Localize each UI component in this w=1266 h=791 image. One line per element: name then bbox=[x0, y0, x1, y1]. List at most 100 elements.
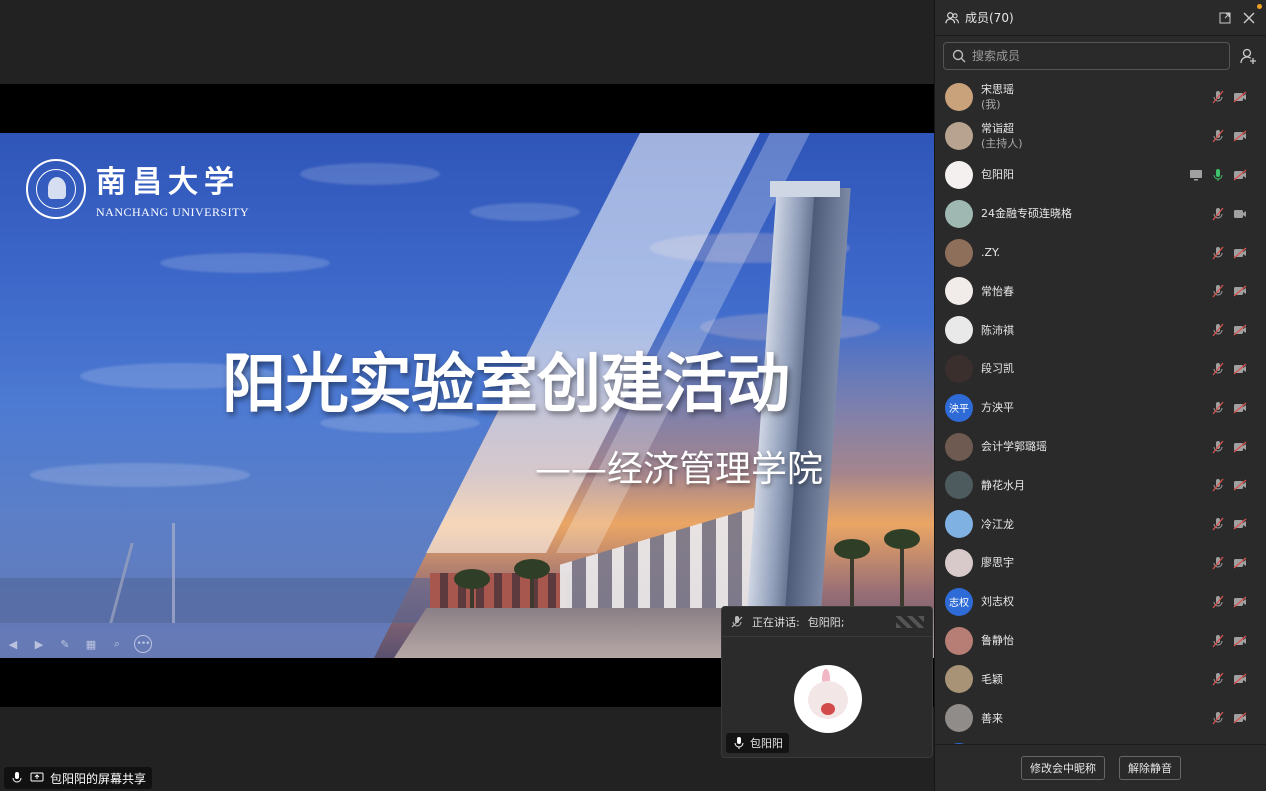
mic-muted-icon[interactable] bbox=[1211, 711, 1225, 725]
member-avatar bbox=[945, 277, 973, 306]
close-icon[interactable] bbox=[1242, 11, 1256, 25]
member-avatar bbox=[945, 548, 973, 577]
member-avatar bbox=[945, 160, 973, 189]
mic-muted-icon[interactable] bbox=[1211, 517, 1225, 531]
member-search-input[interactable] bbox=[972, 49, 1221, 63]
invite-member-icon[interactable] bbox=[1238, 46, 1258, 66]
mic-muted-icon[interactable] bbox=[1211, 284, 1225, 298]
pen-icon[interactable]: ✎ bbox=[56, 635, 74, 653]
camera-off-icon[interactable] bbox=[1233, 246, 1247, 260]
mic-muted-icon[interactable] bbox=[1211, 362, 1225, 376]
member-name: 鲁静怡 bbox=[981, 634, 1014, 648]
city-skyline bbox=[0, 578, 430, 623]
speaking-name: 包阳阳; bbox=[807, 615, 845, 629]
member-row[interactable]: 常诣超 (主持人) bbox=[935, 117, 1266, 156]
mic-icon bbox=[732, 736, 746, 750]
member-row[interactable]: 廖思宇 bbox=[935, 544, 1266, 583]
mic-muted-icon[interactable] bbox=[1211, 401, 1225, 415]
unmute-button[interactable]: 解除静音 bbox=[1119, 756, 1181, 780]
member-row[interactable]: 陈沛祺 bbox=[935, 311, 1266, 350]
member-row[interactable]: 善来 bbox=[935, 699, 1266, 738]
camera-off-icon[interactable] bbox=[1233, 556, 1247, 570]
camera-off-icon[interactable] bbox=[1233, 129, 1247, 143]
member-row[interactable]: .ZY. bbox=[935, 233, 1266, 272]
mic-muted-icon[interactable] bbox=[1211, 207, 1225, 221]
member-row[interactable]: 宋思瑶 (我) bbox=[935, 78, 1266, 117]
slide-subtitle: ——经济管理学院 bbox=[535, 449, 824, 490]
camera-off-icon[interactable] bbox=[1233, 401, 1247, 415]
mic-muted-icon[interactable] bbox=[1211, 556, 1225, 570]
member-name: 静花水月 bbox=[981, 478, 1025, 492]
member-name: 24金融专硕连晓格 bbox=[981, 207, 1072, 221]
camera-off-icon[interactable] bbox=[1233, 323, 1247, 337]
speaker-window-header: 正在讲话: 包阳阳; bbox=[722, 607, 932, 637]
mic-muted-icon[interactable] bbox=[1211, 323, 1225, 337]
member-avatar bbox=[945, 354, 973, 383]
slides-grid-icon[interactable]: ▦ bbox=[82, 635, 100, 653]
mic-muted-icon[interactable] bbox=[1211, 129, 1225, 143]
drag-handle-icon[interactable] bbox=[896, 615, 924, 628]
slide-title: 阳光实验室创建活动 bbox=[222, 348, 790, 422]
member-row[interactable]: 泱平 方泱平 bbox=[935, 388, 1266, 427]
slide-toolbar: ◀ ▶ ✎ ▦ ⌕ ••• bbox=[4, 635, 152, 653]
screen-share-icon bbox=[1189, 168, 1203, 182]
member-row[interactable]: 鲁静怡 bbox=[935, 621, 1266, 660]
member-avatar bbox=[945, 665, 973, 694]
member-row[interactable]: 冷江龙 bbox=[935, 505, 1266, 544]
member-name: 宋思瑶 bbox=[981, 83, 1014, 97]
pop-out-icon[interactable] bbox=[1218, 11, 1232, 25]
camera-off-icon[interactable] bbox=[1233, 595, 1247, 609]
member-name: 会计学郭璐瑶 bbox=[981, 440, 1047, 454]
screen-share-label: 包阳阳的屏幕共享 bbox=[50, 771, 147, 786]
zoom-icon[interactable]: ⌕ bbox=[108, 635, 126, 653]
prev-slide-icon[interactable]: ◀ bbox=[4, 635, 22, 653]
speaker-name-label: 包阳阳 bbox=[750, 737, 783, 750]
member-role: (我) bbox=[981, 98, 1001, 112]
camera-off-icon[interactable] bbox=[1233, 284, 1247, 298]
palm-tree bbox=[884, 529, 920, 613]
camera-off-icon[interactable] bbox=[1233, 362, 1247, 376]
shared-slide[interactable]: 南昌大学 NANCHANG UNIVERSITY 阳光实验室创建活动 ——经济管… bbox=[0, 133, 934, 658]
member-search-box[interactable] bbox=[943, 42, 1230, 70]
mic-muted-icon[interactable] bbox=[1211, 634, 1225, 648]
member-row[interactable]: 24金融专硕连晓格 bbox=[935, 194, 1266, 233]
camera-off-icon[interactable] bbox=[1233, 478, 1247, 492]
logo-english-name: NANCHANG UNIVERSITY bbox=[96, 205, 250, 219]
mic-active-icon[interactable] bbox=[1211, 168, 1225, 182]
mic-muted-icon bbox=[730, 615, 744, 629]
member-name: 陈沛祺 bbox=[981, 323, 1014, 337]
member-row[interactable]: 毛颖 bbox=[935, 660, 1266, 699]
camera-off-icon[interactable] bbox=[1233, 634, 1247, 648]
camera-off-icon[interactable] bbox=[1233, 440, 1247, 454]
mic-muted-icon[interactable] bbox=[1211, 440, 1225, 454]
member-avatar bbox=[945, 199, 973, 228]
member-name: 廖思宇 bbox=[981, 556, 1014, 570]
camera-off-icon[interactable] bbox=[1233, 517, 1247, 531]
next-slide-icon[interactable]: ▶ bbox=[30, 635, 48, 653]
camera-on-icon[interactable] bbox=[1233, 207, 1247, 221]
mic-muted-icon[interactable] bbox=[1211, 595, 1225, 609]
rename-in-meeting-button[interactable]: 修改会中昵称 bbox=[1021, 756, 1105, 780]
logo-chinese-name: 南昌大学 bbox=[96, 165, 240, 200]
member-name: 常怡春 bbox=[981, 284, 1014, 298]
member-row[interactable]: 常怡春 bbox=[935, 272, 1266, 311]
member-avatar bbox=[945, 471, 973, 500]
member-row[interactable]: 志权 刘志权 bbox=[935, 582, 1266, 621]
camera-off-icon[interactable] bbox=[1233, 711, 1247, 725]
camera-off-icon[interactable] bbox=[1233, 168, 1247, 182]
mic-muted-icon[interactable] bbox=[1211, 478, 1225, 492]
camera-off-icon[interactable] bbox=[1233, 90, 1247, 104]
member-row[interactable]: 静花水月 bbox=[935, 466, 1266, 505]
member-row[interactable]: 包阳阳 bbox=[935, 156, 1266, 195]
mic-muted-icon[interactable] bbox=[1211, 672, 1225, 686]
member-row[interactable]: 段习凯 bbox=[935, 350, 1266, 389]
mic-muted-icon[interactable] bbox=[1211, 246, 1225, 260]
member-row[interactable]: 会计学郭璐瑶 bbox=[935, 427, 1266, 466]
speaker-window[interactable]: 正在讲话: 包阳阳; 包阳阳 bbox=[721, 606, 933, 758]
members-panel: 成员(70) 宋思瑶(我)常诣超(主持人)包阳阳24金融专硕连晓格.ZY.常怡春… bbox=[934, 0, 1266, 791]
search-icon bbox=[952, 49, 966, 63]
speaker-avatar bbox=[794, 665, 862, 733]
mic-muted-icon[interactable] bbox=[1211, 90, 1225, 104]
camera-off-icon[interactable] bbox=[1233, 672, 1247, 686]
more-options-icon[interactable]: ••• bbox=[134, 635, 152, 653]
